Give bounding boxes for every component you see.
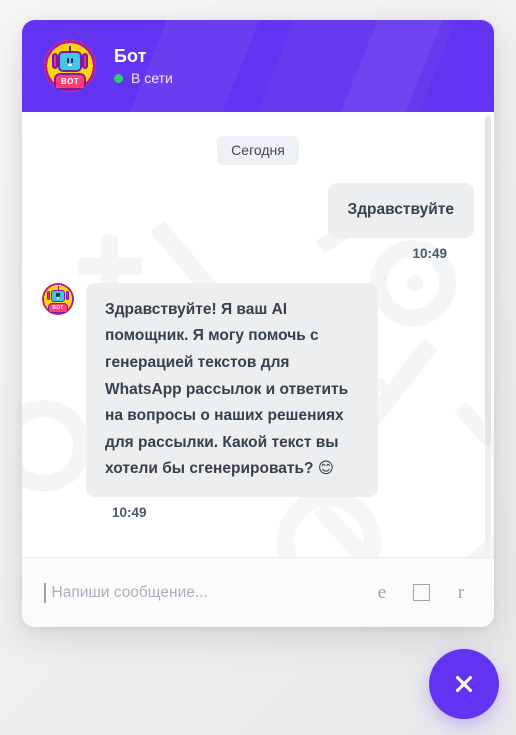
chat-widget-card: BOT Бот В сети Сегодня Здравствуйте 10:4… bbox=[22, 20, 494, 627]
header-info: Бот В сети bbox=[114, 45, 173, 85]
message-timestamp: 10:49 bbox=[112, 505, 147, 521]
chat-message-list[interactable]: Сегодня Здравствуйте 10:49 BOT Здравству… bbox=[22, 112, 494, 557]
avatar-eye-right bbox=[70, 57, 74, 63]
avatar-eye-left bbox=[55, 293, 58, 297]
message-bubble-outgoing[interactable]: Здравствуйте bbox=[327, 183, 474, 239]
avatar-mouth bbox=[56, 297, 60, 299]
avatar-mouth bbox=[67, 63, 72, 67]
message-row-outgoing: Здравствуйте bbox=[42, 183, 474, 239]
online-status: В сети bbox=[114, 71, 173, 85]
message-input[interactable] bbox=[47, 583, 359, 602]
message-timestamp: 10:49 bbox=[412, 246, 447, 262]
chat-scrollbar-thumb[interactable] bbox=[485, 116, 491, 446]
message-bubble-incoming[interactable]: Здравствуйте! Я ваш AI помощник. Я могу … bbox=[86, 282, 378, 498]
message-row-incoming: BOT Здравствуйте! Я ваш AI помощник. Я м… bbox=[42, 282, 474, 498]
online-status-label: В сети bbox=[131, 70, 173, 87]
composer-input-wrap bbox=[44, 582, 359, 603]
message-composer: e r bbox=[22, 557, 494, 627]
chat-title: Бот bbox=[114, 45, 147, 66]
avatar-headphone-left bbox=[51, 53, 58, 69]
emoji-button[interactable]: e bbox=[375, 583, 389, 602]
chat-body: Сегодня Здравствуйте 10:49 BOT Здравству… bbox=[22, 112, 494, 557]
attachment-button[interactable] bbox=[413, 584, 430, 601]
avatar-eye-right bbox=[58, 293, 61, 297]
chat-header: BOT Бот В сети bbox=[22, 20, 494, 112]
avatar-head bbox=[58, 51, 82, 73]
message-time-row-outgoing: 10:49 bbox=[42, 247, 474, 261]
close-widget-button[interactable] bbox=[429, 649, 499, 719]
avatar-headphone-right bbox=[82, 53, 89, 69]
avatar-body-badge: BOT bbox=[48, 303, 68, 314]
header-stripe-decoration-2 bbox=[229, 20, 465, 112]
avatar-head bbox=[50, 289, 66, 303]
avatar-eye-left bbox=[66, 57, 70, 63]
avatar-badge-label: BOT bbox=[52, 304, 64, 311]
header-stripe-decoration-3 bbox=[305, 20, 459, 112]
online-status-dot-icon bbox=[114, 73, 123, 83]
date-divider: Сегодня bbox=[42, 136, 474, 166]
robot-avatar-icon: BOT bbox=[42, 282, 74, 315]
avatar-badge-label: BOT bbox=[60, 76, 80, 86]
composer-actions: e r bbox=[359, 583, 468, 602]
send-button[interactable]: r bbox=[454, 583, 468, 602]
avatar-headphone-left bbox=[46, 290, 51, 301]
date-divider-label: Сегодня bbox=[217, 136, 299, 166]
close-icon bbox=[455, 675, 473, 693]
avatar-body-badge: BOT bbox=[54, 73, 86, 90]
message-time-row-incoming: 10:49 bbox=[42, 506, 474, 520]
robot-avatar-icon: BOT bbox=[44, 40, 96, 92]
avatar-headphone-right bbox=[65, 290, 70, 301]
text-caret bbox=[44, 582, 46, 603]
